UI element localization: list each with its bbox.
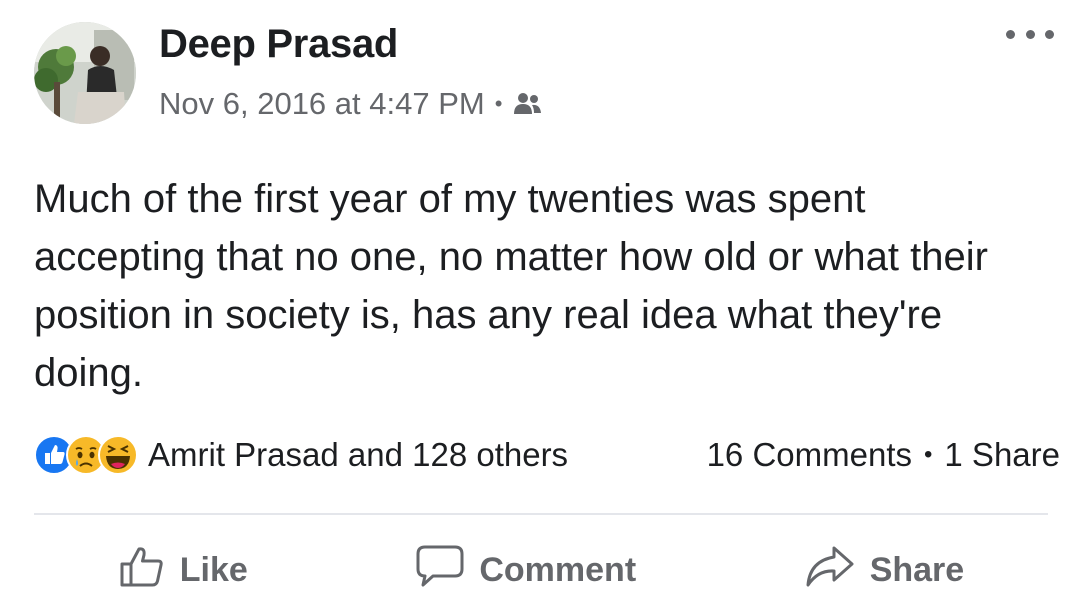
avatar[interactable] bbox=[34, 22, 136, 124]
reactions-summary-text[interactable]: Amrit Prasad and 128 others bbox=[148, 436, 568, 474]
share-button[interactable]: Share bbox=[804, 544, 965, 597]
shares-count[interactable]: 1 Share bbox=[944, 436, 1060, 474]
like-button[interactable]: Like bbox=[118, 544, 248, 597]
engagement-counts: 16 Comments • 1 Share bbox=[707, 436, 1060, 474]
reaction-icons[interactable] bbox=[34, 435, 138, 475]
comment-button[interactable]: Comment bbox=[415, 544, 636, 597]
thumbs-up-icon bbox=[118, 544, 166, 597]
author-name[interactable]: Deep Prasad bbox=[159, 22, 398, 67]
reactions-summary: Amrit Prasad and 128 others 16 Comments … bbox=[34, 430, 1060, 480]
more-options-icon[interactable] bbox=[1006, 22, 1054, 46]
comment-label: Comment bbox=[479, 550, 637, 589]
comment-bubble-icon bbox=[415, 544, 465, 597]
share-arrow-icon bbox=[804, 544, 856, 597]
divider bbox=[34, 513, 1048, 515]
comments-count[interactable]: 16 Comments bbox=[707, 436, 912, 474]
share-label: Share bbox=[869, 550, 965, 589]
post-meta: Nov 6, 2016 at 4:47 PM • bbox=[159, 86, 542, 122]
like-label: Like bbox=[179, 550, 248, 589]
action-bar: Like Comment Share bbox=[34, 540, 1048, 600]
post-text: Much of the first year of my twenties wa… bbox=[34, 177, 988, 395]
post-timestamp[interactable]: Nov 6, 2016 at 4:47 PM bbox=[159, 86, 485, 122]
friends-icon[interactable] bbox=[512, 92, 542, 116]
counts-separator: • bbox=[924, 441, 933, 468]
more-dot bbox=[1025, 29, 1035, 39]
avatar-photo bbox=[34, 22, 136, 124]
haha-reaction-icon bbox=[98, 435, 138, 475]
more-dot bbox=[1006, 29, 1015, 39]
more-dot bbox=[1045, 29, 1054, 39]
meta-separator: • bbox=[494, 91, 503, 116]
